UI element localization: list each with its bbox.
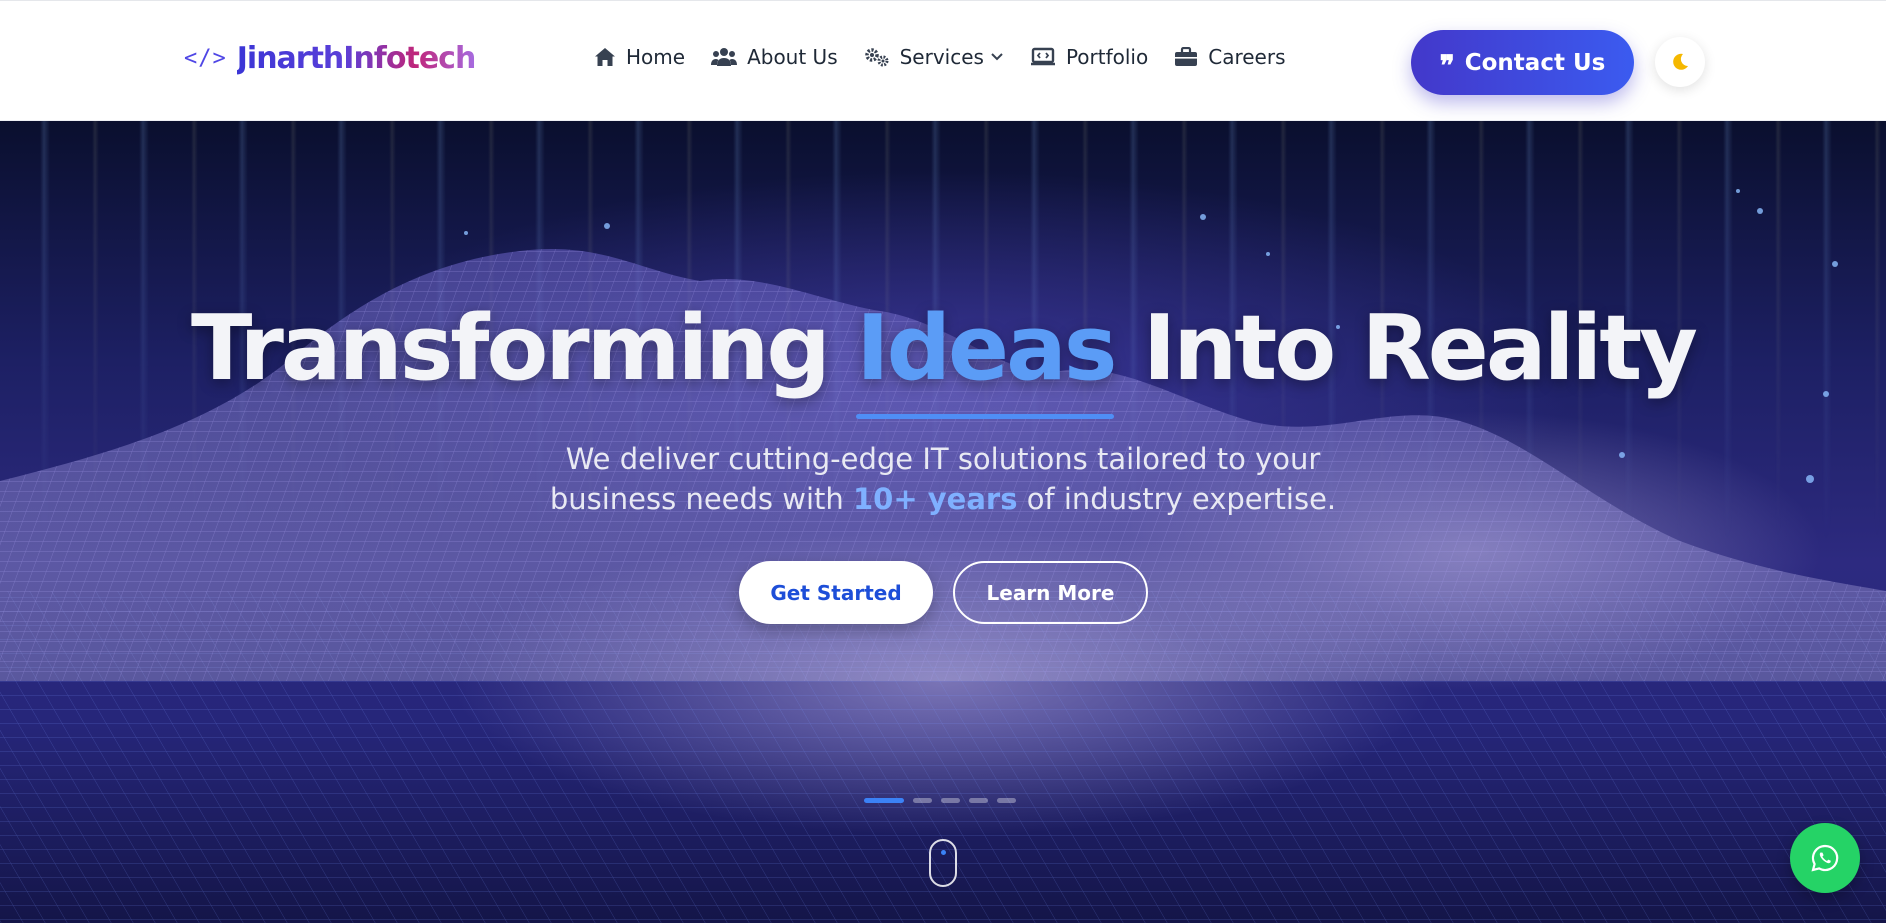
laptop-code-icon: [1030, 47, 1055, 66]
hero-subtitle-line2-end: of industry expertise.: [1026, 482, 1337, 516]
gears-icon: [864, 48, 889, 67]
slider-dot-5[interactable]: [997, 798, 1016, 803]
nav-item-careers[interactable]: Careers: [1174, 45, 1286, 69]
scroll-down-indicator[interactable]: [929, 839, 957, 887]
slider-dots: [864, 798, 1016, 803]
brand-name: JinarthInfotech: [236, 41, 477, 76]
slider-dot-1[interactable]: [864, 798, 904, 803]
home-icon: [595, 48, 615, 66]
nav-item-home[interactable]: Home: [594, 45, 685, 69]
main-nav: Home About Us Services Portfolio Careers: [594, 45, 1312, 69]
hero-title: Transforming Ideas Into Reality: [0, 296, 1886, 419]
mouse-wheel-icon: [941, 850, 946, 855]
theme-toggle-button[interactable]: [1655, 37, 1705, 87]
experience-highlight: 10+ years: [853, 482, 1018, 516]
nav-label-careers: Careers: [1208, 45, 1286, 69]
logo[interactable]: </> JinarthInfotech: [184, 41, 477, 76]
nav-item-services[interactable]: Services: [864, 45, 1004, 69]
site-header: </> JinarthInfotech Home About Us Servic…: [0, 0, 1886, 121]
hero-subtitle: We deliver cutting-edge IT solutions tai…: [0, 439, 1886, 519]
contact-us-label: Contact Us: [1464, 49, 1606, 76]
hero-subtitle-line1: We deliver cutting-edge IT solutions tai…: [565, 442, 1321, 476]
moon-icon: [1673, 53, 1688, 70]
nav-item-about[interactable]: About Us: [711, 45, 838, 69]
quote-icon: ❞: [1439, 48, 1455, 82]
whatsapp-icon: [1811, 844, 1839, 872]
nav-label-portfolio: Portfolio: [1065, 45, 1149, 69]
contact-us-button[interactable]: ❞ Contact Us: [1411, 30, 1634, 95]
get-started-button[interactable]: Get Started: [739, 561, 933, 624]
nav-label-services: Services: [899, 45, 984, 69]
nav-label-about: About Us: [747, 45, 838, 69]
code-icon: </>: [184, 46, 227, 71]
learn-more-button[interactable]: Learn More: [953, 561, 1148, 624]
hero-title-start: Transforming: [191, 296, 831, 401]
hero-section: Transforming Ideas Into Reality We deliv…: [0, 121, 1886, 923]
chevron-down-icon: [991, 53, 1003, 61]
hero-title-end: Into Reality: [1142, 296, 1698, 401]
slider-dot-3[interactable]: [941, 798, 960, 803]
whatsapp-chat-button[interactable]: [1790, 823, 1860, 893]
briefcase-icon: [1175, 47, 1198, 66]
nav-label-home: Home: [626, 45, 686, 69]
users-icon: [711, 48, 738, 66]
nav-item-portfolio[interactable]: Portfolio: [1030, 45, 1148, 69]
hero-subtitle-line2-start: business needs with: [549, 482, 844, 516]
slider-dot-4[interactable]: [969, 798, 988, 803]
hero-title-highlight: Ideas: [856, 296, 1117, 419]
slider-dot-2[interactable]: [913, 798, 932, 803]
